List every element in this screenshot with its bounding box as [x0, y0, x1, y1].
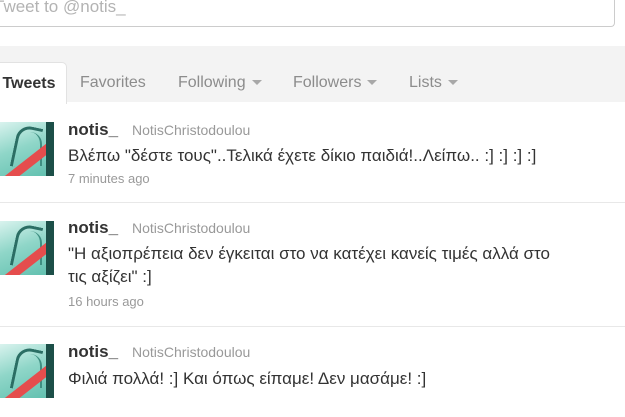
tweet-text-line: Βλέπω "δέστε τους"..Τελικά έχετε δίκιο π…	[68, 146, 537, 165]
tab-favorites[interactable]: Favorites	[80, 62, 146, 102]
tab-followers[interactable]: Followers	[293, 62, 378, 102]
tweet-text-line: "Η αξιοπρέπεια δεν έγκειται στο να κατέχ…	[68, 244, 550, 263]
tweet-item: notis_ NotisChristodoulou "Η αξιοπρέπεια…	[0, 202, 625, 327]
tweet-full-name[interactable]: NotisChristodoulou	[132, 344, 250, 360]
chevron-down-icon	[447, 80, 458, 85]
avatar-strip	[46, 344, 54, 398]
avatar[interactable]	[0, 122, 54, 176]
tab-lists[interactable]: Lists	[409, 62, 458, 102]
tweet-item: notis_ NotisChristodoulou Βλέπω "δέστε τ…	[0, 102, 625, 203]
tweet-compose-box[interactable]: Tweet to @notis_	[0, 0, 615, 27]
tweet-screen-name[interactable]: notis_	[68, 342, 118, 362]
tweet-text: "Η αξιοπρέπεια δεν έγκειται στο να κατέχ…	[68, 242, 625, 288]
tab-tweets[interactable]: Tweets	[0, 62, 67, 104]
tweet-timestamp[interactable]: 16 hours ago	[68, 294, 144, 309]
tab-label: Lists	[409, 74, 442, 91]
tweet-full-name[interactable]: NotisChristodoulou	[132, 122, 250, 138]
chevron-down-icon	[367, 80, 378, 85]
tab-label: Favorites	[80, 74, 146, 91]
tweet-screen-name[interactable]: notis_	[68, 218, 118, 238]
tab-following[interactable]: Following	[178, 62, 262, 102]
avatar[interactable]	[0, 344, 54, 398]
tab-label: Following	[178, 74, 246, 91]
tab-label: Tweets	[2, 75, 56, 92]
tweet-text: Φιλιά πολλά! :] Και όπως είπαμε! Δεν μασ…	[68, 367, 625, 390]
profile-tabs: Tweets Favorites Following Followers Lis…	[0, 62, 625, 104]
chevron-down-icon	[251, 80, 262, 85]
tweet-full-name[interactable]: NotisChristodoulou	[132, 220, 250, 236]
tweet-screen-name[interactable]: notis_	[68, 120, 118, 140]
tab-label: Followers	[293, 74, 362, 91]
tweet-timestamp[interactable]: 7 minutes ago	[68, 171, 150, 186]
compose-placeholder: Tweet to @notis_	[0, 0, 126, 16]
tweet-item: notis_ NotisChristodoulou Φιλιά πολλά! :…	[0, 326, 625, 417]
avatar[interactable]	[0, 221, 54, 275]
avatar-strip	[46, 122, 54, 176]
tweet-text-line: τις αξίζει" :]	[68, 267, 152, 286]
tweet-text-line: Φιλιά πολλά! :] Και όπως είπαμε! Δεν μασ…	[68, 369, 427, 388]
tweet-text: Βλέπω "δέστε τους"..Τελικά έχετε δίκιο π…	[68, 144, 625, 167]
avatar-strip	[46, 221, 54, 275]
